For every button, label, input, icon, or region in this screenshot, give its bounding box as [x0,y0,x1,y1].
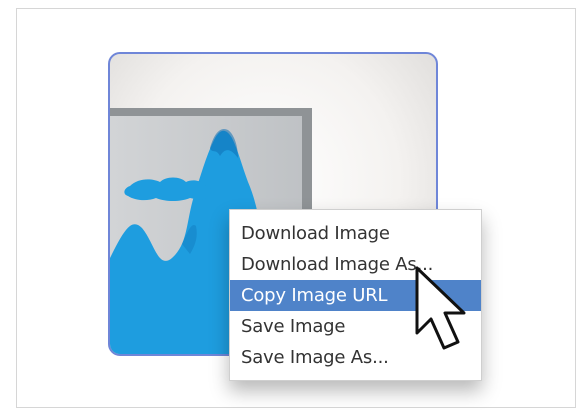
menu-item-save-image-as[interactable]: Save Image As... [230,342,481,373]
menu-item-download-image[interactable]: Download Image [230,218,481,249]
menu-item-download-image-as[interactable]: Download Image As... [230,249,481,280]
menu-item-save-image[interactable]: Save Image [230,311,481,342]
image-context-menu: Download Image Download Image As... Copy… [229,209,482,381]
menu-item-copy-image-url[interactable]: Copy Image URL [230,280,481,311]
